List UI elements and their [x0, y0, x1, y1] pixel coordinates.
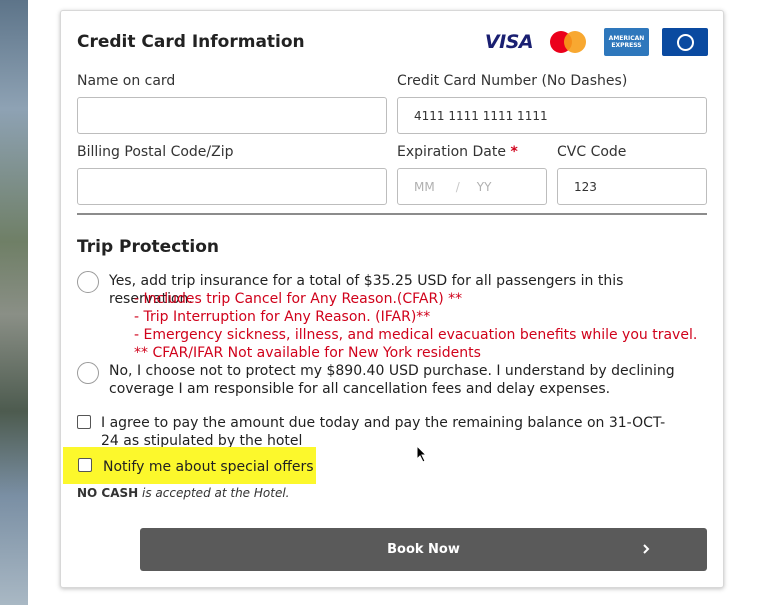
expiration-date-input[interactable]: MM / YY — [397, 168, 547, 205]
visa-logo: VISA — [484, 31, 534, 53]
diners-club-icon — [662, 28, 708, 56]
no-cash-note: NO CASH is accepted at the Hotel. — [77, 486, 290, 500]
background-photo — [0, 0, 28, 605]
name-on-card-input[interactable] — [77, 97, 387, 134]
notify-offers-label[interactable]: Notify me about special offers — [103, 458, 314, 476]
book-now-label: Book Now — [387, 542, 460, 557]
card-number-input[interactable]: 4111 1111 1111 1111 — [397, 97, 707, 134]
required-marker: * — [510, 144, 518, 160]
postal-code-input[interactable] — [77, 168, 387, 205]
notify-offers-checkbox[interactable] — [78, 458, 92, 472]
insurance-no-label[interactable]: No, I choose not to protect my $890.40 U… — [109, 362, 707, 398]
postal-code-label: Billing Postal Code/Zip — [77, 144, 234, 160]
mastercard-icon — [549, 28, 587, 56]
trip-protection-title: Trip Protection — [77, 237, 220, 257]
book-now-button[interactable]: Book Now — [140, 528, 707, 571]
payment-form: Credit Card Information VISA AMERICAN EX… — [60, 10, 724, 588]
benefit-cfar: - Includes trip Cancel for Any Reason.(C… — [134, 291, 463, 307]
cvc-label: CVC Code — [557, 144, 627, 160]
expiration-date-label: Expiration Date * — [397, 144, 518, 160]
section-divider — [77, 213, 707, 215]
cvc-input[interactable]: 123 — [557, 168, 707, 205]
insurance-yes-radio[interactable] — [77, 271, 99, 293]
credit-card-title: Credit Card Information — [77, 32, 305, 52]
name-on-card-label: Name on card — [77, 73, 176, 89]
amex-logo: AMERICAN EXPRESS — [604, 28, 649, 56]
exp-year-placeholder[interactable]: YY — [477, 180, 492, 194]
agree-pay-checkbox[interactable] — [77, 415, 91, 429]
card-number-label: Credit Card Number (No Dashes) — [397, 73, 628, 89]
mouse-cursor-icon — [416, 445, 428, 463]
benefit-medical: - Emergency sickness, illness, and medic… — [134, 327, 698, 343]
agree-pay-label[interactable]: I agree to pay the amount due today and … — [101, 414, 681, 450]
chevron-right-icon — [643, 544, 650, 554]
insurance-no-radio[interactable] — [77, 362, 99, 384]
benefit-ny-note: ** CFAR/IFAR Not available for New York … — [134, 345, 481, 361]
page-background — [758, 0, 781, 605]
exp-month-placeholder[interactable]: MM — [414, 180, 435, 194]
benefit-ifar: - Trip Interruption for Any Reason. (IFA… — [134, 309, 431, 325]
exp-separator: / — [455, 179, 460, 194]
